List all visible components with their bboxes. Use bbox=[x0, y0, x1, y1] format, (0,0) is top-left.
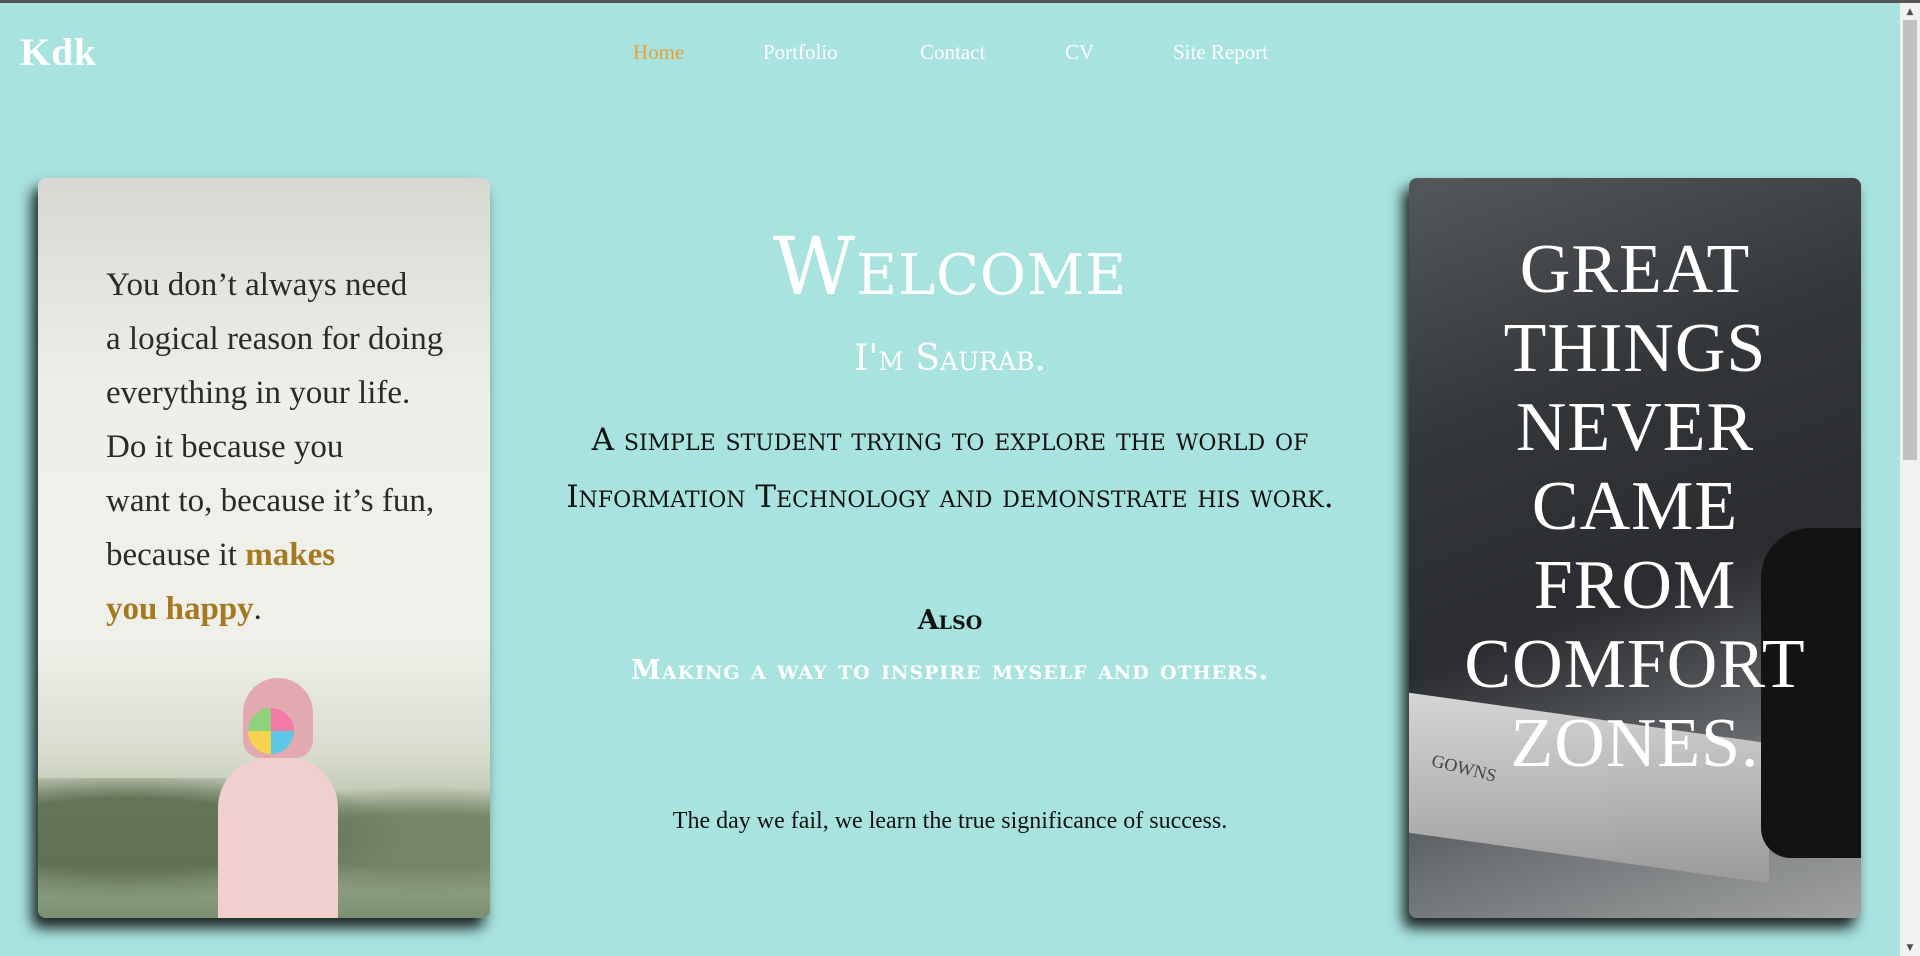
scrollbar-thumb[interactable] bbox=[1903, 20, 1917, 460]
quote-line: Do it because you bbox=[106, 429, 344, 465]
quote-line: ZONES. bbox=[1510, 705, 1760, 782]
quote-line: CAME bbox=[1531, 468, 1739, 545]
left-quote-poster: You don’t always need a logical reason f… bbox=[38, 178, 490, 918]
quote-line: because it makes bbox=[106, 528, 466, 582]
quote-line: a logical reason for doing bbox=[106, 321, 444, 357]
motto-text: The day we fail, we learn the true signi… bbox=[672, 808, 1228, 834]
also-label: Also bbox=[917, 605, 983, 636]
quote-line: FROM bbox=[1533, 547, 1737, 624]
quote-line: GREAT bbox=[1519, 231, 1751, 308]
page-scrollbar[interactable]: ▲ ▼ bbox=[1900, 3, 1920, 956]
nav-portfolio[interactable]: Portfolio bbox=[763, 40, 838, 65]
quote-line: THINGS bbox=[1503, 310, 1767, 387]
main-nav: Home Portfolio Contact CV Site Report bbox=[0, 40, 1900, 70]
poster-girl-figure bbox=[218, 758, 338, 918]
pinwheel-icon bbox=[248, 708, 294, 754]
nav-cv[interactable]: CV bbox=[1065, 40, 1094, 65]
welcome-heading: Welcome bbox=[772, 220, 1128, 313]
quote-line: COMFORT bbox=[1464, 626, 1806, 703]
quote-fragment: . bbox=[253, 591, 262, 627]
tagline-text: A simple student trying to explore the w… bbox=[566, 422, 1334, 515]
quote-fragment: because it bbox=[106, 537, 246, 573]
intro-heading: I'm Saurab. bbox=[854, 338, 1046, 379]
right-quote-poster: GOWNS GREAT THINGS NEVER CAME FROM COMFO… bbox=[1409, 178, 1861, 918]
inspire-text: Making a way to inspire myself and other… bbox=[630, 655, 1270, 686]
quote-line: You don’t always need bbox=[106, 267, 408, 303]
window-top-border bbox=[0, 0, 1920, 3]
left-poster-quote: You don’t always need a logical reason f… bbox=[106, 258, 466, 636]
quote-highlight: makes bbox=[245, 537, 336, 573]
quote-line: want to, because it’s fun, bbox=[106, 483, 435, 519]
quote-line: you happy. bbox=[106, 582, 466, 636]
quote-line: everything in your life. bbox=[106, 375, 411, 411]
nav-site-report[interactable]: Site Report bbox=[1173, 40, 1268, 65]
quote-line: NEVER bbox=[1515, 389, 1755, 466]
quote-highlight: you happy bbox=[106, 591, 254, 627]
right-poster-quote: GREAT THINGS NEVER CAME FROM COMFORT ZON… bbox=[1409, 230, 1861, 783]
nav-contact[interactable]: Contact bbox=[920, 40, 985, 65]
nav-home[interactable]: Home bbox=[633, 40, 684, 65]
scroll-up-icon[interactable]: ▲ bbox=[1900, 3, 1920, 20]
scroll-down-icon[interactable]: ▼ bbox=[1900, 939, 1920, 956]
